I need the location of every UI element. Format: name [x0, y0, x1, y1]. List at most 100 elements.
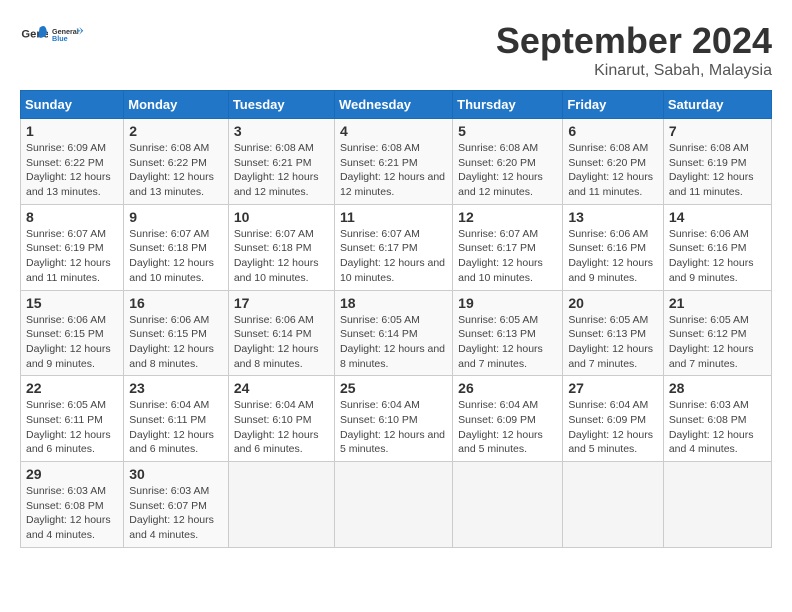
- title-block: September 2024 Kinarut, Sabah, Malaysia: [496, 20, 772, 80]
- day-info: Sunrise: 6:08 AM Sunset: 6:19 PM Dayligh…: [669, 141, 766, 200]
- calendar-cell: 29 Sunrise: 6:03 AM Sunset: 6:08 PM Dayl…: [21, 462, 124, 548]
- day-info: Sunrise: 6:06 AM Sunset: 6:15 PM Dayligh…: [26, 313, 118, 372]
- day-info: Sunrise: 6:06 AM Sunset: 6:16 PM Dayligh…: [568, 227, 658, 286]
- calendar-week-row: 22 Sunrise: 6:05 AM Sunset: 6:11 PM Dayl…: [21, 376, 772, 462]
- calendar-cell: 5 Sunrise: 6:08 AM Sunset: 6:20 PM Dayli…: [453, 119, 563, 205]
- calendar-cell: [663, 462, 771, 548]
- calendar-cell: 15 Sunrise: 6:06 AM Sunset: 6:15 PM Dayl…: [21, 290, 124, 376]
- day-number: 26: [458, 380, 557, 396]
- day-info: Sunrise: 6:07 AM Sunset: 6:18 PM Dayligh…: [129, 227, 223, 286]
- day-number: 7: [669, 123, 766, 139]
- calendar-cell: 24 Sunrise: 6:04 AM Sunset: 6:10 PM Dayl…: [228, 376, 334, 462]
- calendar-cell: 7 Sunrise: 6:08 AM Sunset: 6:19 PM Dayli…: [663, 119, 771, 205]
- day-info: Sunrise: 6:04 AM Sunset: 6:11 PM Dayligh…: [129, 398, 223, 457]
- day-number: 3: [234, 123, 329, 139]
- calendar-week-row: 8 Sunrise: 6:07 AM Sunset: 6:19 PM Dayli…: [21, 204, 772, 290]
- day-info: Sunrise: 6:03 AM Sunset: 6:07 PM Dayligh…: [129, 484, 223, 543]
- calendar-cell: 23 Sunrise: 6:04 AM Sunset: 6:11 PM Dayl…: [124, 376, 229, 462]
- day-info: Sunrise: 6:08 AM Sunset: 6:22 PM Dayligh…: [129, 141, 223, 200]
- day-info: Sunrise: 6:07 AM Sunset: 6:19 PM Dayligh…: [26, 227, 118, 286]
- day-info: Sunrise: 6:06 AM Sunset: 6:14 PM Dayligh…: [234, 313, 329, 372]
- day-info: Sunrise: 6:08 AM Sunset: 6:20 PM Dayligh…: [458, 141, 557, 200]
- calendar-week-row: 29 Sunrise: 6:03 AM Sunset: 6:08 PM Dayl…: [21, 462, 772, 548]
- day-info: Sunrise: 6:04 AM Sunset: 6:10 PM Dayligh…: [234, 398, 329, 457]
- calendar-cell: 14 Sunrise: 6:06 AM Sunset: 6:16 PM Dayl…: [663, 204, 771, 290]
- day-number: 16: [129, 295, 223, 311]
- calendar-cell: 16 Sunrise: 6:06 AM Sunset: 6:15 PM Dayl…: [124, 290, 229, 376]
- day-number: 20: [568, 295, 658, 311]
- day-number: 6: [568, 123, 658, 139]
- svg-text:Blue: Blue: [52, 34, 68, 43]
- header-friday: Friday: [563, 91, 664, 119]
- day-number: 15: [26, 295, 118, 311]
- day-number: 22: [26, 380, 118, 396]
- calendar-cell: 27 Sunrise: 6:04 AM Sunset: 6:09 PM Dayl…: [563, 376, 664, 462]
- day-number: 30: [129, 466, 223, 482]
- day-number: 28: [669, 380, 766, 396]
- calendar-cell: 22 Sunrise: 6:05 AM Sunset: 6:11 PM Dayl…: [21, 376, 124, 462]
- day-info: Sunrise: 6:05 AM Sunset: 6:11 PM Dayligh…: [26, 398, 118, 457]
- day-number: 13: [568, 209, 658, 225]
- day-number: 29: [26, 466, 118, 482]
- day-number: 23: [129, 380, 223, 396]
- day-number: 2: [129, 123, 223, 139]
- location: Kinarut, Sabah, Malaysia: [496, 62, 772, 80]
- header-sunday: Sunday: [21, 91, 124, 119]
- day-number: 8: [26, 209, 118, 225]
- day-number: 11: [340, 209, 447, 225]
- header-monday: Monday: [124, 91, 229, 119]
- day-info: Sunrise: 6:09 AM Sunset: 6:22 PM Dayligh…: [26, 141, 118, 200]
- calendar-cell: 3 Sunrise: 6:08 AM Sunset: 6:21 PM Dayli…: [228, 119, 334, 205]
- day-info: Sunrise: 6:06 AM Sunset: 6:16 PM Dayligh…: [669, 227, 766, 286]
- header-tuesday: Tuesday: [228, 91, 334, 119]
- day-number: 24: [234, 380, 329, 396]
- day-number: 14: [669, 209, 766, 225]
- day-info: Sunrise: 6:04 AM Sunset: 6:09 PM Dayligh…: [458, 398, 557, 457]
- calendar-cell: 8 Sunrise: 6:07 AM Sunset: 6:19 PM Dayli…: [21, 204, 124, 290]
- day-info: Sunrise: 6:05 AM Sunset: 6:13 PM Dayligh…: [568, 313, 658, 372]
- month-title: September 2024: [496, 20, 772, 62]
- calendar-cell: [453, 462, 563, 548]
- day-number: 27: [568, 380, 658, 396]
- day-number: 25: [340, 380, 447, 396]
- calendar-cell: 13 Sunrise: 6:06 AM Sunset: 6:16 PM Dayl…: [563, 204, 664, 290]
- calendar-cell: 2 Sunrise: 6:08 AM Sunset: 6:22 PM Dayli…: [124, 119, 229, 205]
- calendar-cell: 11 Sunrise: 6:07 AM Sunset: 6:17 PM Dayl…: [334, 204, 452, 290]
- logo: General General Blue: [20, 20, 84, 52]
- day-info: Sunrise: 6:03 AM Sunset: 6:08 PM Dayligh…: [26, 484, 118, 543]
- calendar-cell: 12 Sunrise: 6:07 AM Sunset: 6:17 PM Dayl…: [453, 204, 563, 290]
- calendar-cell: [228, 462, 334, 548]
- calendar-table: Sunday Monday Tuesday Wednesday Thursday…: [20, 90, 772, 548]
- calendar-cell: [334, 462, 452, 548]
- header-wednesday: Wednesday: [334, 91, 452, 119]
- day-info: Sunrise: 6:04 AM Sunset: 6:09 PM Dayligh…: [568, 398, 658, 457]
- day-info: Sunrise: 6:06 AM Sunset: 6:15 PM Dayligh…: [129, 313, 223, 372]
- calendar-week-row: 1 Sunrise: 6:09 AM Sunset: 6:22 PM Dayli…: [21, 119, 772, 205]
- page-header: General General Blue September 2024 Kina…: [20, 20, 772, 80]
- calendar-body: 1 Sunrise: 6:09 AM Sunset: 6:22 PM Dayli…: [21, 119, 772, 548]
- calendar-cell: 26 Sunrise: 6:04 AM Sunset: 6:09 PM Dayl…: [453, 376, 563, 462]
- calendar-cell: 25 Sunrise: 6:04 AM Sunset: 6:10 PM Dayl…: [334, 376, 452, 462]
- day-info: Sunrise: 6:07 AM Sunset: 6:18 PM Dayligh…: [234, 227, 329, 286]
- header-saturday: Saturday: [663, 91, 771, 119]
- calendar-cell: 6 Sunrise: 6:08 AM Sunset: 6:20 PM Dayli…: [563, 119, 664, 205]
- calendar-cell: 20 Sunrise: 6:05 AM Sunset: 6:13 PM Dayl…: [563, 290, 664, 376]
- calendar-cell: 10 Sunrise: 6:07 AM Sunset: 6:18 PM Dayl…: [228, 204, 334, 290]
- day-info: Sunrise: 6:05 AM Sunset: 6:13 PM Dayligh…: [458, 313, 557, 372]
- calendar-cell: [563, 462, 664, 548]
- day-info: Sunrise: 6:08 AM Sunset: 6:21 PM Dayligh…: [234, 141, 329, 200]
- calendar-cell: 1 Sunrise: 6:09 AM Sunset: 6:22 PM Dayli…: [21, 119, 124, 205]
- day-number: 9: [129, 209, 223, 225]
- day-number: 10: [234, 209, 329, 225]
- day-info: Sunrise: 6:08 AM Sunset: 6:21 PM Dayligh…: [340, 141, 447, 200]
- day-number: 1: [26, 123, 118, 139]
- day-info: Sunrise: 6:07 AM Sunset: 6:17 PM Dayligh…: [340, 227, 447, 286]
- day-info: Sunrise: 6:08 AM Sunset: 6:20 PM Dayligh…: [568, 141, 658, 200]
- logo-icon: General: [20, 22, 48, 50]
- general-blue-logo: General Blue: [52, 20, 84, 52]
- day-number: 18: [340, 295, 447, 311]
- calendar-cell: 19 Sunrise: 6:05 AM Sunset: 6:13 PM Dayl…: [453, 290, 563, 376]
- day-number: 17: [234, 295, 329, 311]
- calendar-cell: 18 Sunrise: 6:05 AM Sunset: 6:14 PM Dayl…: [334, 290, 452, 376]
- calendar-cell: 9 Sunrise: 6:07 AM Sunset: 6:18 PM Dayli…: [124, 204, 229, 290]
